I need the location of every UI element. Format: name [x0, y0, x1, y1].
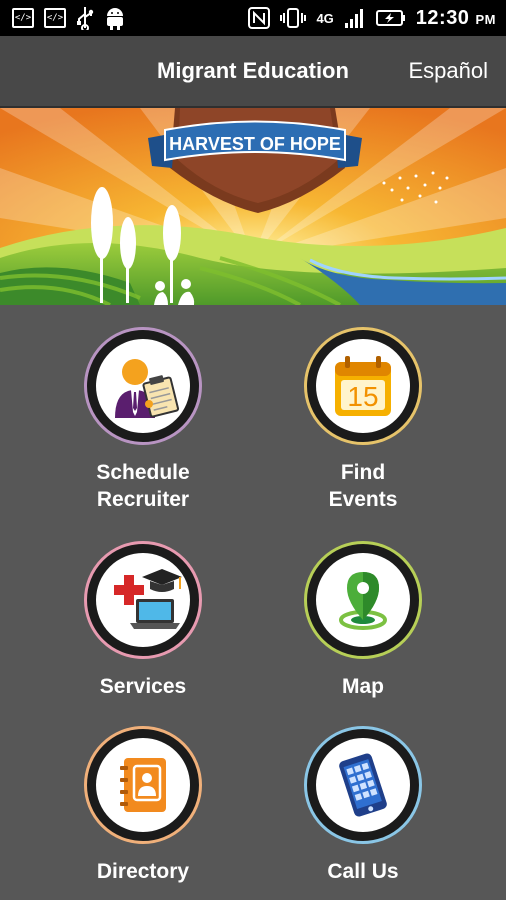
language-toggle-link[interactable]: Español	[408, 58, 488, 84]
calendar-day-number: 15	[347, 381, 378, 412]
phone-icon	[339, 753, 387, 817]
main-menu-grid: Schedule Recruiter 15 Find Events Servic…	[0, 305, 506, 900]
map-button[interactable]: Map	[253, 541, 473, 700]
dev-code-icon: </>	[12, 8, 34, 28]
network-type: 4G	[316, 10, 334, 26]
vibrate-icon	[280, 8, 307, 28]
menu-icon-circle	[304, 541, 422, 659]
schedule-recruiter-button[interactable]: Schedule Recruiter	[33, 327, 253, 513]
services-label: Services	[99, 675, 187, 698]
menu-icon-circle	[304, 726, 422, 844]
call-us-button[interactable]: Call Us	[253, 726, 473, 885]
clock: 12:30 PM	[415, 6, 496, 29]
android-icon	[107, 8, 123, 30]
find-events-label: Find Events	[328, 461, 398, 511]
signal-icon	[344, 9, 363, 28]
harvest-of-hope-banner: HARVEST OF HOPE	[0, 108, 506, 305]
map-label: Map	[342, 675, 384, 698]
nfc-icon	[248, 7, 271, 29]
calendar-icon: 15	[335, 356, 391, 416]
menu-icon-circle: 15	[304, 327, 422, 445]
recruiter-icon	[115, 359, 180, 418]
battery-charging-icon	[375, 10, 405, 26]
directory-button[interactable]: Directory	[33, 726, 253, 885]
services-icon	[114, 569, 182, 629]
usb-icon	[77, 7, 94, 30]
directory-label: Directory	[96, 860, 190, 883]
call-us-label: Call Us	[327, 860, 399, 883]
find-events-button[interactable]: 15 Find Events	[253, 327, 473, 513]
banner-illustration: HARVEST OF HOPE	[0, 108, 506, 305]
menu-icon-circle	[84, 327, 202, 445]
menu-icon-circle	[84, 541, 202, 659]
contact-book-icon	[120, 758, 166, 812]
schedule-recruiter-label: Schedule Recruiter	[96, 461, 190, 511]
dev-code-icon: </>	[44, 8, 66, 28]
banner-ribbon-text: HARVEST OF HOPE	[169, 134, 341, 154]
status-bar: </> </> 4G 12:30 PM	[0, 0, 506, 36]
services-button[interactable]: Services	[33, 541, 253, 700]
app-bar: Migrant Education Español	[0, 36, 506, 108]
map-pin-icon	[339, 572, 387, 630]
menu-icon-circle	[84, 726, 202, 844]
